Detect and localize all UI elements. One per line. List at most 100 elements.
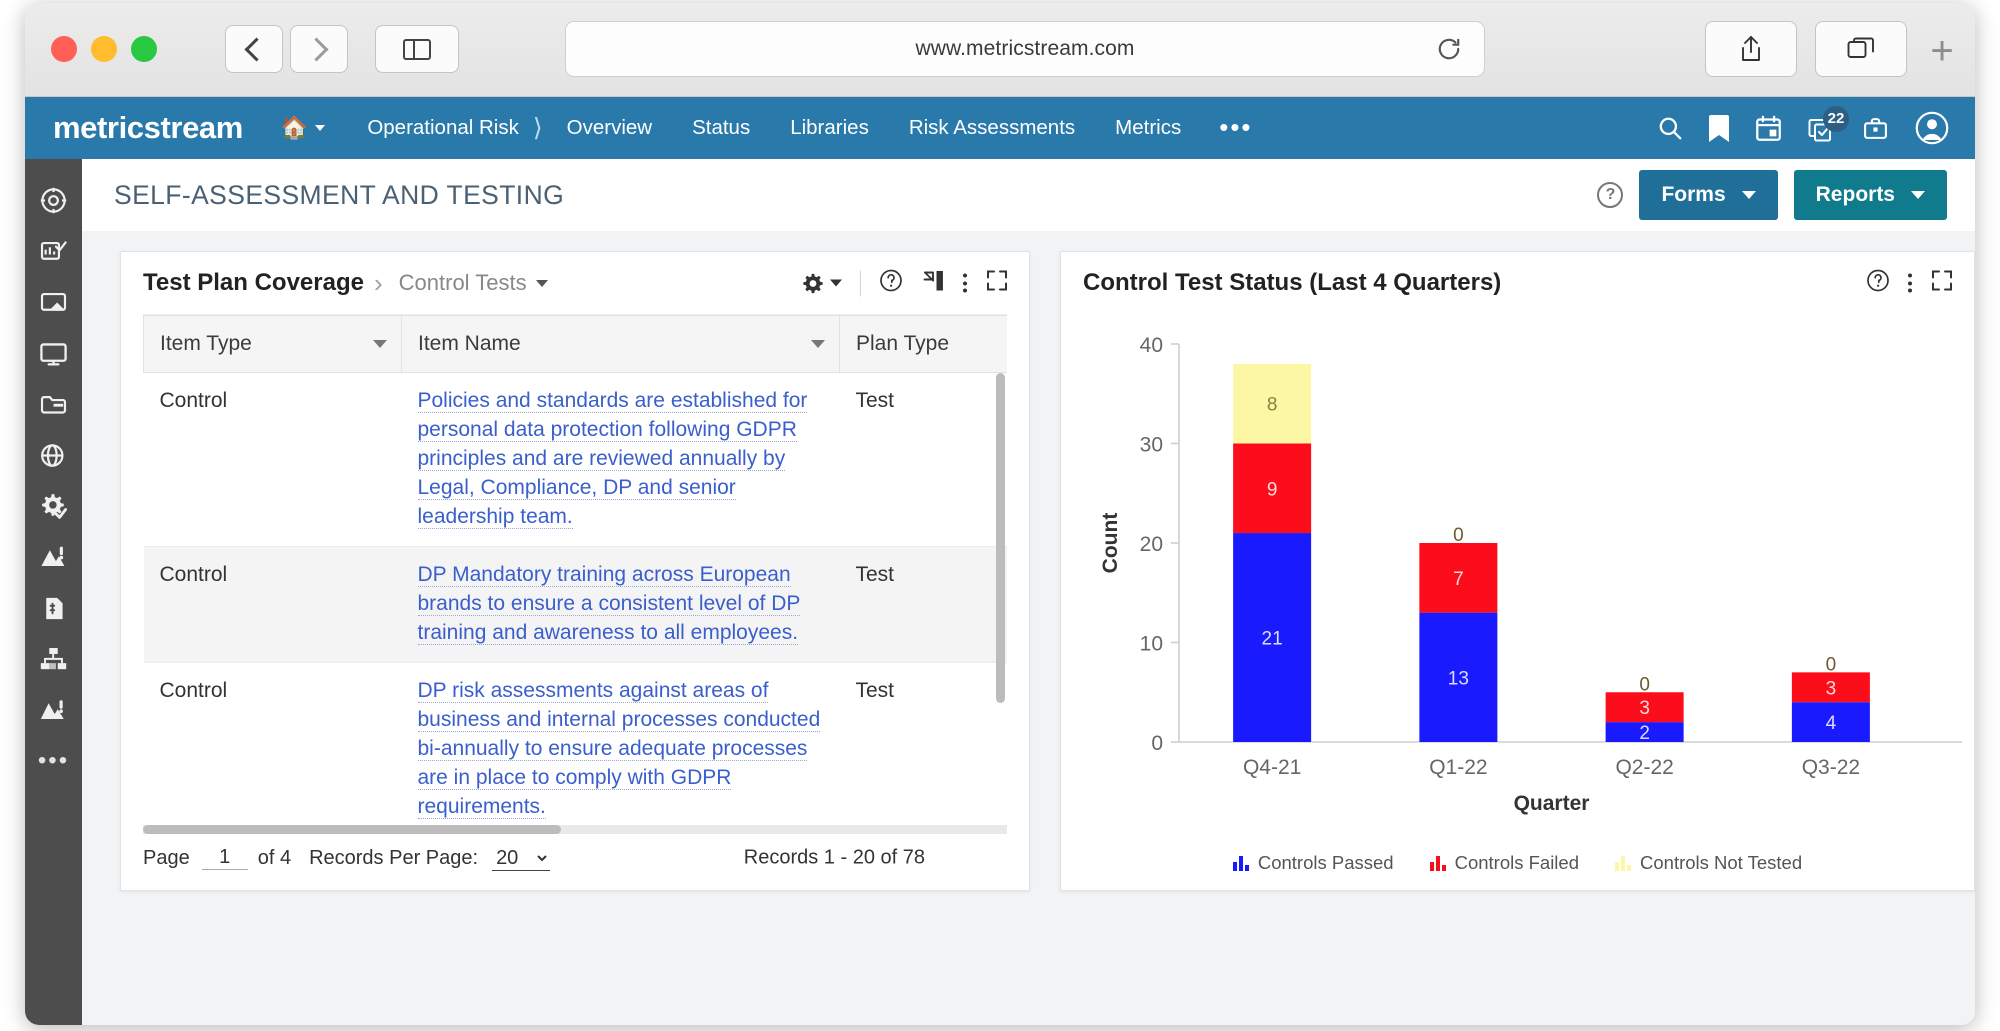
legend-label: Controls Failed — [1454, 852, 1579, 873]
page-label: Page — [143, 846, 190, 869]
kebab-menu-icon[interactable] — [963, 273, 967, 293]
records-per-page-select[interactable]: 20 50 100 — [492, 845, 551, 871]
close-window-button[interactable] — [51, 36, 77, 62]
briefcase-icon[interactable] — [1862, 116, 1889, 141]
search-icon[interactable] — [1657, 115, 1683, 141]
reload-icon[interactable] — [1436, 36, 1462, 62]
chevron-down-icon[interactable] — [535, 279, 548, 287]
nav-item-status[interactable]: Status — [672, 116, 770, 140]
chevron-left-icon — [244, 36, 269, 62]
chevron-down-icon — [1911, 191, 1925, 199]
rail-item-document-money-icon[interactable] — [25, 583, 82, 634]
reports-button[interactable]: Reports — [1793, 170, 1947, 220]
svg-text:8: 8 — [1267, 395, 1278, 416]
help-circle-icon[interactable] — [879, 269, 903, 298]
rail-item-screen-hand-icon[interactable] — [25, 277, 82, 328]
table-vertical-scrollbar[interactable] — [996, 373, 1005, 703]
table-scroll-region[interactable]: Item Type Item Name Plan Type Control Po… — [143, 314, 1007, 826]
kebab-menu-icon[interactable] — [1908, 273, 1912, 293]
column-header-item-type[interactable]: Item Type — [143, 315, 402, 373]
rail-item-risk-alert-icon[interactable] — [25, 532, 82, 583]
reports-button-label: Reports — [1815, 183, 1895, 206]
help-circle-icon[interactable]: ? — [1597, 182, 1624, 208]
metricstream-logo[interactable]: metricstream — [53, 110, 243, 146]
nav-overflow-menu-icon[interactable]: ••• — [1201, 115, 1270, 140]
chevron-down-icon — [1741, 191, 1756, 199]
help-circle-icon[interactable] — [1866, 269, 1890, 298]
column-label: Plan Type — [856, 332, 950, 355]
calendar-icon[interactable] — [1755, 115, 1782, 142]
table-row[interactable]: Control Policies and standards are estab… — [143, 373, 1007, 547]
settings-gear-icon[interactable] — [802, 272, 842, 294]
maximize-window-button[interactable] — [131, 36, 157, 62]
column-label: Item Type — [160, 332, 252, 355]
browser-back-button[interactable] — [225, 25, 283, 73]
rail-item-report-check-icon[interactable] — [25, 226, 82, 277]
nav-home-button[interactable]: 🏠 — [281, 115, 326, 141]
browser-address-bar[interactable]: www.metricstream.com — [565, 21, 1485, 77]
browser-tab-overview-button[interactable] — [1815, 21, 1907, 77]
chart-panel-tools — [1866, 269, 1954, 298]
rail-item-target-icon[interactable] — [25, 175, 82, 226]
svg-text:30: 30 — [1140, 434, 1163, 457]
nav-item-risk-assessments[interactable]: Risk Assessments — [889, 116, 1095, 140]
nav-item-overview[interactable]: Overview — [547, 116, 672, 140]
page-number-input[interactable] — [201, 846, 248, 870]
browser-new-tab-button[interactable]: + — [1920, 29, 1964, 73]
svg-text:13: 13 — [1448, 668, 1469, 689]
table-row[interactable]: Control DP risk assessments against area… — [144, 662, 1008, 826]
rail-item-risk-warning-icon[interactable] — [25, 685, 82, 736]
forms-button[interactable]: Forms — [1639, 170, 1778, 220]
legend-item[interactable]: Controls Not Tested — [1615, 852, 1802, 874]
table-panel-title: Test Plan Coverage — [143, 269, 364, 296]
bookmark-icon[interactable] — [1709, 114, 1729, 142]
nav-item-metrics[interactable]: Metrics — [1095, 116, 1201, 140]
page-viewport: metricstream 🏠 Operational Risk ⟩ Overvi… — [25, 97, 1975, 1025]
column-label: Item Name — [418, 332, 521, 355]
records-per-page-label: Records Per Page: — [309, 846, 479, 869]
tasks-icon[interactable]: 22 — [1808, 105, 1849, 142]
item-name-link[interactable]: Policies and standards are established f… — [417, 389, 808, 529]
rail-item-globe-gear-icon[interactable] — [25, 430, 82, 481]
item-name-link[interactable]: DP risk assessments against areas of bus… — [417, 678, 821, 819]
tasks-badge-count: 22 — [1823, 105, 1849, 132]
expand-icon[interactable] — [1930, 269, 1954, 298]
cell-item-name: DP risk assessments against areas of bus… — [402, 662, 840, 826]
browser-share-button[interactable] — [1705, 21, 1797, 77]
legend-item[interactable]: Controls Passed — [1232, 852, 1394, 874]
svg-text:Quarter: Quarter — [1514, 792, 1590, 815]
svg-text:0: 0 — [1151, 732, 1163, 755]
rail-item-folder-secure-icon[interactable] — [25, 379, 82, 430]
browser-sidebar-toggle[interactable] — [375, 25, 459, 73]
window-traffic-lights — [51, 36, 157, 62]
browser-window: www.metricstream.com + metricstream 🏠 Op… — [25, 3, 1975, 1025]
svg-text:Q2-22: Q2-22 — [1615, 756, 1673, 779]
nav-item-libraries[interactable]: Libraries — [770, 116, 889, 140]
table-panel-subtitle[interactable]: Control Tests — [399, 270, 527, 296]
legend-color-swatch-icon — [1429, 855, 1446, 871]
stacked-bar-chart[interactable]: 010203040Count2198Q4-211370Q1-22230Q2-22… — [1061, 314, 1975, 834]
user-avatar-icon[interactable] — [1915, 111, 1949, 145]
rail-overflow-menu-icon[interactable]: ••• — [25, 736, 82, 787]
svg-text:Q3-22: Q3-22 — [1802, 756, 1860, 779]
cell-plan-type: Test — [855, 562, 895, 586]
nav-breadcrumb-operational-risk[interactable]: Operational Risk — [347, 116, 529, 140]
minimize-window-button[interactable] — [91, 36, 117, 62]
table-header-row: Item Type Item Name Plan Type — [143, 315, 1007, 373]
export-icon[interactable] — [921, 269, 945, 298]
column-header-item-name[interactable]: Item Name — [401, 315, 840, 373]
rail-item-org-chart-icon[interactable] — [25, 634, 82, 685]
rail-item-monitor-icon[interactable] — [25, 328, 82, 379]
svg-text:Q1-22: Q1-22 — [1429, 756, 1487, 779]
column-header-plan-type[interactable]: Plan Type — [839, 315, 1007, 373]
legend-item[interactable]: Controls Failed — [1429, 852, 1579, 874]
chevron-down-icon[interactable] — [373, 340, 387, 348]
sidebar-panel-icon — [403, 38, 431, 60]
expand-icon[interactable] — [985, 269, 1009, 298]
chevron-down-icon[interactable] — [811, 340, 825, 348]
breadcrumb-separator-icon: ⟩ — [532, 114, 543, 142]
browser-forward-button[interactable] — [290, 25, 348, 73]
item-name-link[interactable]: DP Mandatory training across European br… — [417, 562, 801, 645]
rail-item-gear-check-icon[interactable] — [25, 481, 82, 532]
table-row[interactable]: Control DP Mandatory training across Eur… — [143, 546, 1007, 663]
